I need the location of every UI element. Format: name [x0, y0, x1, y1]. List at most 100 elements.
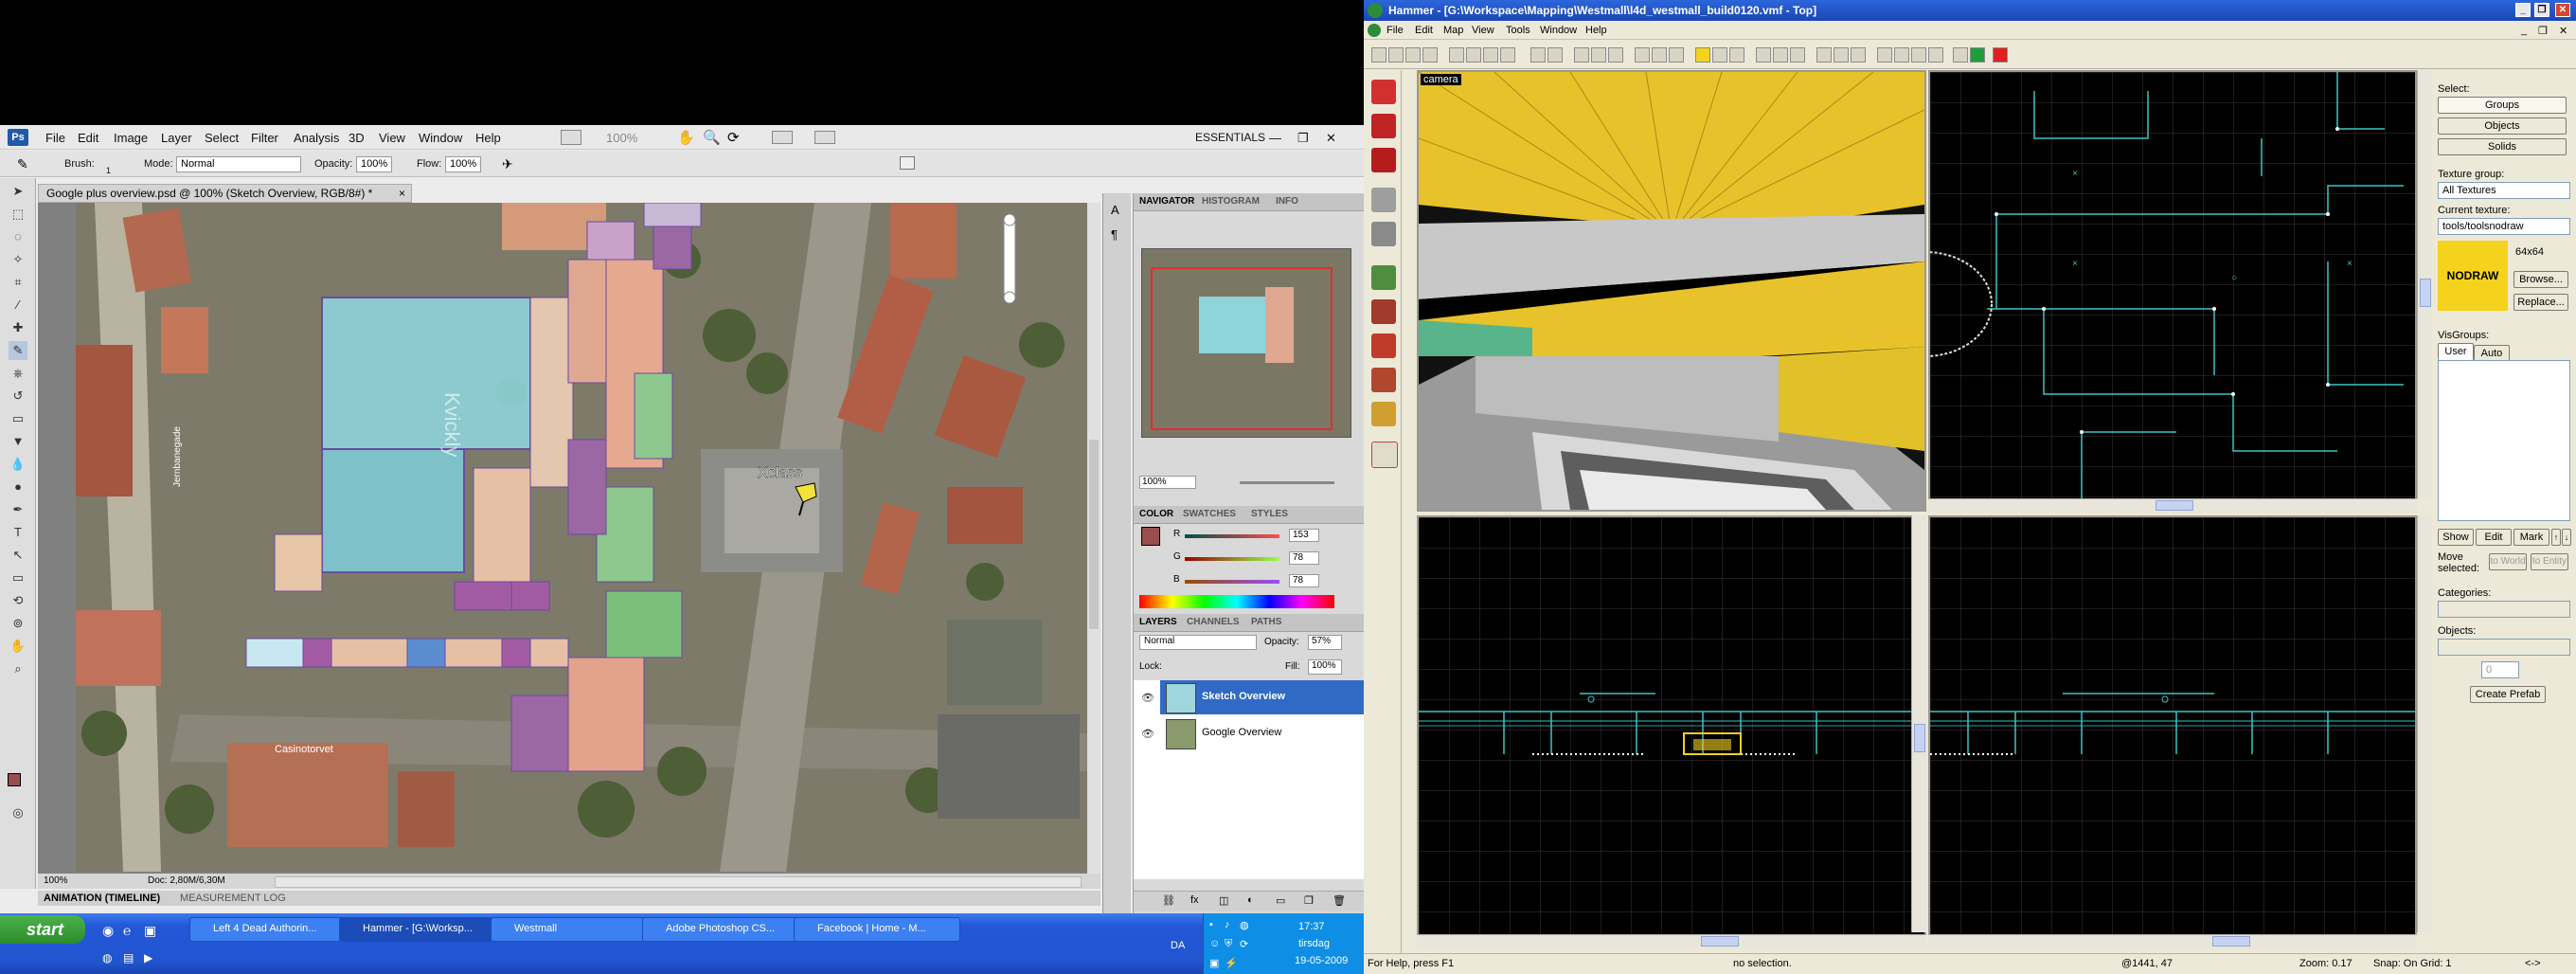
zoom-tool-icon-box[interactable]: ⌕ [9, 659, 27, 678]
current-texture-select[interactable]: tools/toolsnodraw [2438, 218, 2570, 235]
show-objects-icon[interactable] [1500, 47, 1515, 63]
r-slider[interactable] [1185, 534, 1279, 538]
dodge-tool-icon[interactable]: ● [9, 478, 27, 496]
quicklaunch-firefox-icon[interactable]: ◉ [102, 923, 114, 939]
camera-icon[interactable] [1877, 47, 1892, 63]
smaller-grid-icon[interactable] [1405, 47, 1421, 63]
side-2d-viewport[interactable] [1928, 515, 2417, 940]
objects-select[interactable] [2438, 639, 2570, 656]
document-tab[interactable]: Google plus overview.psd @ 100% (Sketch … [38, 184, 412, 203]
layer-style-icon[interactable]: fx [1190, 894, 1199, 906]
scroll-thumb[interactable] [1701, 936, 1739, 947]
tab-measurement-log[interactable]: MEASUREMENT LOG [180, 893, 286, 904]
top-2d-viewport[interactable]: × × ○ × [1928, 70, 2417, 512]
task-hammer[interactable]: Hammer - [G:\Worksp... [339, 917, 506, 942]
hammer-menu-edit[interactable]: Edit [1415, 25, 1433, 36]
hammer-minimize-icon[interactable]: _ [2515, 3, 2531, 17]
canvas-area[interactable]: Xclass Casinotorvet Jernbanegade Kvickly [38, 202, 1100, 889]
ignore-grouping-icon[interactable] [1729, 47, 1744, 63]
quicklaunch-ie-icon[interactable]: ℮ [123, 923, 131, 938]
layer-opacity-field[interactable]: 57% [1308, 635, 1342, 650]
layer-visibility-eye-icon[interactable]: 👁 [1141, 728, 1154, 740]
scroll-thumb[interactable] [1914, 724, 1925, 752]
side-view-vertical-scrollbar[interactable] [2417, 515, 2433, 932]
move-to-entity-button[interactable]: to Entity [2531, 553, 2568, 570]
undo-icon[interactable] [1530, 47, 1546, 63]
run-map-icon[interactable] [1816, 47, 1832, 63]
photoshop-logo[interactable]: Ps [8, 129, 28, 146]
selection-handles-icon[interactable] [1773, 47, 1788, 63]
camera-view-label[interactable]: camera [1421, 74, 1461, 85]
visgroups-mark-button[interactable]: Mark [2513, 529, 2549, 546]
quicklaunch-steam-icon[interactable]: ◍ [102, 951, 112, 965]
tray-icon-volume[interactable]: ♪ [1225, 919, 1230, 930]
brush-panel-icon[interactable] [900, 156, 915, 170]
clipping-tool-icon[interactable] [1371, 368, 1396, 392]
scroll-thumb[interactable] [2156, 500, 2193, 511]
clock-time[interactable]: 17:37 [1298, 921, 1325, 932]
rotate-view-icon[interactable]: ⟳ [727, 129, 740, 146]
blur-tool-icon[interactable]: 💧 [9, 455, 27, 474]
minimize-icon[interactable]: — [1269, 131, 1281, 145]
adjustment-layer-icon[interactable]: ◐ [1247, 894, 1254, 906]
layer-item-sketch-overview[interactable]: Sketch Overview [1160, 680, 1365, 714]
b-slider[interactable] [1185, 580, 1279, 584]
create-prefab-button[interactable]: Create Prefab [2470, 686, 2546, 703]
entity-report-icon[interactable] [1851, 47, 1866, 63]
b-value[interactable]: 78 [1289, 574, 1319, 587]
zoom-level-menu[interactable]: 100% [606, 131, 637, 145]
workspace-switcher[interactable]: ESSENTIALS [1195, 131, 1265, 144]
texture-application-icon[interactable] [1371, 265, 1396, 290]
color-spectrum-bar[interactable] [1139, 595, 1334, 608]
hammer-close-icon[interactable]: ✕ [2555, 3, 2570, 17]
move-to-world-button[interactable]: to World [2489, 553, 2527, 570]
visgroups-show-button[interactable]: Show [2438, 529, 2474, 546]
move-tool-icon[interactable]: ➤ [9, 182, 27, 201]
doc-zoom-value[interactable]: 100% [44, 875, 68, 886]
visgroup-move-down-icon[interactable]: ↓ [2562, 529, 2571, 546]
zoom-tool-icon[interactable]: 🔍 [703, 129, 721, 146]
brush-tool-icon[interactable]: ✎ [17, 156, 28, 172]
ungroup-icon[interactable] [1466, 47, 1481, 63]
hide-objects-icon[interactable] [1483, 47, 1498, 63]
quicklaunch-media-icon[interactable]: ▶ [144, 951, 152, 965]
camera-3d-viewport[interactable]: camera [1417, 70, 1926, 512]
history-brush-icon[interactable]: ↺ [9, 387, 27, 406]
menu-3d[interactable]: 3D [349, 131, 365, 145]
menu-analysis[interactable]: Analysis [294, 131, 339, 145]
3d-rotate-icon[interactable]: ⟲ [9, 591, 27, 610]
navigator-zoom-field[interactable]: 100% [1139, 476, 1196, 489]
magnify-tool-icon[interactable] [1371, 114, 1396, 138]
larger-grid-icon[interactable] [1422, 47, 1438, 63]
texture-app-icon[interactable] [1790, 47, 1805, 63]
tray-icon-network[interactable]: ▪ [1209, 919, 1213, 930]
autosize-icon[interactable] [1756, 47, 1771, 63]
entity-tool-icon[interactable] [1371, 188, 1396, 212]
flow-field[interactable]: 100% [445, 156, 481, 172]
mdi-minimize-icon[interactable]: _ [2521, 25, 2527, 36]
selection-tool-icon[interactable] [1371, 80, 1396, 104]
redo-icon[interactable] [1547, 47, 1563, 63]
menu-file[interactable]: File [45, 131, 65, 145]
brush-size[interactable]: 1 [106, 166, 111, 175]
lighting-preview-icon[interactable] [1894, 47, 1909, 63]
mode-select[interactable]: Normal [176, 156, 301, 172]
hammer-menu-view[interactable]: View [1472, 25, 1494, 36]
texture-scale-icon[interactable] [1712, 47, 1727, 63]
objects-count-field[interactable]: 0 [2481, 661, 2519, 678]
quicklaunch-desktop-icon[interactable]: ▣ [144, 923, 156, 939]
map-zoom-slider[interactable] [1003, 221, 1016, 298]
visgroup-move-up-icon[interactable]: ↑ [2551, 529, 2561, 546]
tray-icon-display[interactable]: ▣ [1209, 957, 1219, 969]
close-icon[interactable]: ✕ [1326, 131, 1336, 146]
color-foreground-swatch[interactable] [1141, 527, 1160, 546]
brush-icon[interactable]: ✎ [9, 341, 27, 360]
r-value[interactable]: 153 [1289, 529, 1319, 542]
tab-swatches[interactable]: SWATCHES [1183, 509, 1236, 519]
tray-icon-power[interactable]: ⚡ [1225, 957, 1238, 969]
hollow-icon[interactable] [1652, 47, 1667, 63]
tie-to-entity-icon[interactable] [1669, 47, 1684, 63]
scroll-thumb[interactable] [2212, 936, 2250, 947]
visgroups-tab-user[interactable]: User [2438, 343, 2474, 360]
front-2d-viewport[interactable] [1417, 515, 1926, 940]
